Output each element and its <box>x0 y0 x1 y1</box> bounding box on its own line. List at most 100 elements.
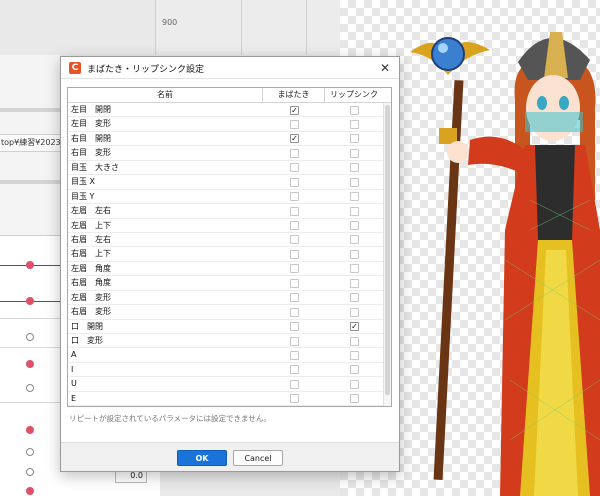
right-eye <box>559 96 569 110</box>
blink-checkbox[interactable] <box>290 336 299 346</box>
keyframe-marker[interactable] <box>26 261 34 269</box>
column-header-name[interactable]: 名前 <box>68 88 263 103</box>
lipsync-checkbox[interactable] <box>350 293 359 303</box>
cancel-button[interactable]: Cancel <box>233 450 283 466</box>
ruler-value: 900 <box>162 18 178 27</box>
blink-checkbox[interactable] <box>290 235 299 245</box>
blink-checkbox[interactable] <box>290 350 299 360</box>
table-row[interactable]: 右眉 変形 <box>68 305 391 320</box>
table-row[interactable]: 左目 変形 <box>68 117 391 132</box>
keyframe-marker[interactable] <box>26 448 34 456</box>
blink-checkbox[interactable] <box>290 177 299 187</box>
vertical-scrollbar[interactable] <box>383 103 391 406</box>
table-row[interactable]: 左眉 上下 <box>68 219 391 233</box>
lipsync-checkbox[interactable] <box>350 134 359 144</box>
table-row[interactable]: 右眉 左右 <box>68 233 391 248</box>
keyframe-marker[interactable] <box>26 468 34 476</box>
parameter-table: 名前 まばたき リップシンク 左目 開閉 ✓ 左目 変形 右目 開閉 ✓ 右目 変形 目玉 … <box>67 87 392 407</box>
table-row[interactable]: 目玉 大きさ <box>68 161 391 176</box>
table-row[interactable]: I <box>68 363 391 378</box>
blink-checkbox[interactable]: ✓ <box>290 134 299 144</box>
blink-checkbox[interactable] <box>290 264 299 274</box>
parameter-name: I <box>71 364 74 374</box>
lipsync-checkbox[interactable] <box>350 365 359 375</box>
blink-checkbox[interactable] <box>290 221 299 230</box>
lipsync-checkbox[interactable]: ✓ <box>350 322 359 332</box>
ok-button[interactable]: OK <box>177 450 227 466</box>
top-ruler-area: 900 <box>155 0 340 55</box>
table-row[interactable]: 左眉 変形 <box>68 291 391 306</box>
table-row[interactable]: U <box>68 377 391 392</box>
table-row[interactable]: 左目 開閉 ✓ <box>68 103 391 118</box>
blink-checkbox[interactable] <box>290 379 299 389</box>
file-path-text: top¥練習¥20231 <box>0 134 62 152</box>
lipsync-checkbox[interactable] <box>350 221 359 230</box>
table-row[interactable]: 右眉 角度 <box>68 276 391 291</box>
parameter-name: 左眉 変形 <box>71 292 111 302</box>
keyframe-marker[interactable] <box>26 426 34 434</box>
parameter-name: U <box>71 379 77 389</box>
table-row[interactable]: 左眉 左右 <box>68 204 391 219</box>
lipsync-checkbox[interactable] <box>350 394 359 404</box>
dialog-titlebar[interactable]: C まばたき・リップシンク設定 ✕ <box>61 57 399 79</box>
staff-orb <box>431 37 465 71</box>
column-header-blink[interactable]: まばたき <box>263 88 325 103</box>
blink-checkbox[interactable] <box>290 206 299 216</box>
table-row[interactable]: 目玉 X <box>68 175 391 190</box>
parameter-name: 目玉 X <box>71 177 96 187</box>
parameter-name: 左眉 上下 <box>71 220 111 230</box>
scrollbar-thumb[interactable] <box>385 105 390 395</box>
table-row[interactable]: A <box>68 348 391 363</box>
lipsync-checkbox[interactable] <box>350 235 359 245</box>
blink-checkbox[interactable] <box>290 192 299 202</box>
blink-checkbox[interactable] <box>290 163 299 173</box>
table-row[interactable]: 右眉 上下 <box>68 247 391 262</box>
table-row[interactable]: 口 変形 <box>68 334 391 349</box>
lipsync-checkbox[interactable] <box>350 379 359 389</box>
lipsync-checkbox[interactable] <box>350 105 359 115</box>
parameter-name: E <box>71 393 77 403</box>
parameter-name: 左目 開閉 <box>71 105 111 114</box>
lipsync-checkbox[interactable] <box>350 336 359 346</box>
table-row[interactable]: O <box>68 406 391 407</box>
blink-checkbox[interactable] <box>290 394 299 404</box>
lipsync-checkbox[interactable] <box>350 307 359 317</box>
panel-divider <box>0 180 62 184</box>
blink-checkbox[interactable] <box>290 249 299 259</box>
lipsync-checkbox[interactable] <box>350 206 359 216</box>
lipsync-checkbox[interactable] <box>350 264 359 274</box>
lipsync-checkbox[interactable] <box>350 148 359 158</box>
keyframe-marker[interactable] <box>26 297 34 305</box>
table-row[interactable]: 目玉 Y <box>68 190 391 205</box>
table-row[interactable]: 左眉 角度 <box>68 262 391 277</box>
keyframe-marker[interactable] <box>26 333 34 341</box>
blink-checkbox[interactable] <box>290 148 299 158</box>
lipsync-checkbox[interactable] <box>350 119 359 129</box>
table-header: 名前 まばたき リップシンク <box>68 88 391 103</box>
parameter-name: 右眉 左右 <box>71 234 111 244</box>
column-header-lipsync[interactable]: リップシンク <box>325 88 383 103</box>
keyframe-marker[interactable] <box>26 487 34 495</box>
lipsync-checkbox[interactable] <box>350 192 359 202</box>
lipsync-checkbox[interactable] <box>350 177 359 187</box>
blink-checkbox[interactable] <box>290 365 299 375</box>
lipsync-checkbox[interactable] <box>350 278 359 288</box>
blink-checkbox[interactable] <box>290 293 299 303</box>
table-row[interactable]: 右目 変形 <box>68 146 391 161</box>
blink-checkbox[interactable] <box>290 278 299 288</box>
blink-checkbox[interactable] <box>290 307 299 317</box>
table-row[interactable]: 右目 開閉 ✓ <box>68 132 391 147</box>
lipsync-checkbox[interactable] <box>350 350 359 360</box>
parameter-name: 左眉 左右 <box>71 206 111 216</box>
parameter-name: A <box>71 350 77 360</box>
table-row[interactable]: 口 開閉 ✓ <box>68 320 391 334</box>
blink-checkbox[interactable]: ✓ <box>290 105 299 115</box>
table-row[interactable]: E <box>68 392 391 406</box>
keyframe-marker[interactable] <box>26 360 34 368</box>
lipsync-checkbox[interactable] <box>350 163 359 173</box>
keyframe-marker[interactable] <box>26 384 34 392</box>
close-icon[interactable]: ✕ <box>375 59 395 77</box>
lipsync-checkbox[interactable] <box>350 249 359 259</box>
blink-checkbox[interactable] <box>290 119 299 129</box>
blink-checkbox[interactable] <box>290 322 299 332</box>
